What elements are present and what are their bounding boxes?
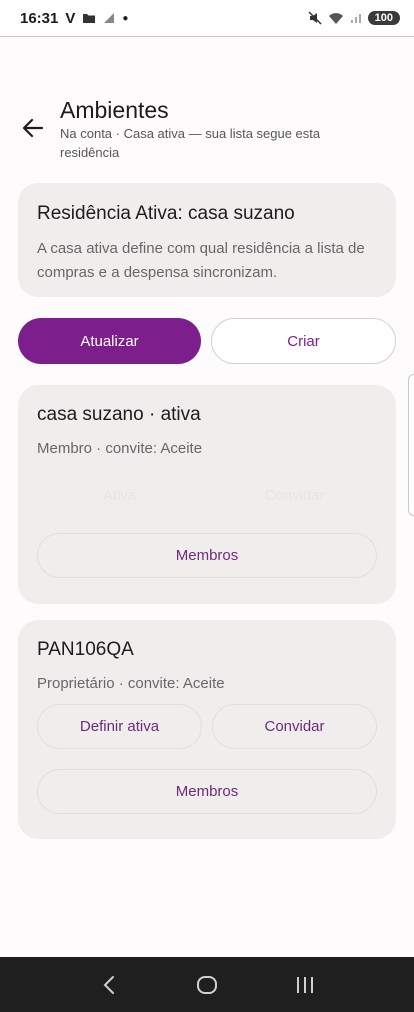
invite-button-disabled: Convidar [212,473,377,517]
members-button[interactable]: Membros [37,769,377,814]
environment-card-pan106qa: PAN106QA Proprietário · convite: Aceite … [18,620,396,839]
set-active-button[interactable]: Definir ativa [37,704,202,749]
nav-recents-button[interactable] [285,965,325,1005]
nav-back-button[interactable] [89,965,129,1005]
wifi-icon [328,12,343,24]
edge-panel-handle[interactable] [408,374,414,516]
page-title: Ambientes [60,97,169,123]
status-divider [0,36,414,37]
status-time: 16:31 [20,9,59,27]
environment-card-casa-suzano: casa suzano · ativa Membro · convite: Ac… [18,385,396,604]
set-active-button-disabled: Ativa [37,473,202,517]
environment-name: casa suzano · ativa [37,404,201,425]
refresh-button[interactable]: Atualizar [18,318,201,364]
signal-small-icon [104,13,115,23]
environment-name: PAN106QA [37,639,134,660]
dot-icon: ● [122,12,129,24]
invite-button[interactable]: Convidar [212,704,377,749]
folder-icon [83,14,96,23]
cell-signal-icon [350,14,361,23]
nav-recents-icon [297,976,313,993]
members-button[interactable]: Membros [37,533,377,578]
back-arrow-icon [22,118,44,138]
environment-meta: Proprietário · convite: Aceite [37,675,225,692]
system-nav-bar [0,957,414,1012]
nav-back-icon [103,975,114,994]
environment-meta: Membro · convite: Aceite [37,440,203,457]
nav-home-button[interactable] [187,965,227,1005]
nav-home-icon [197,975,217,994]
page-subtitle: Na conta · Casa ativa — sua lista segue … [60,126,321,160]
active-residence-description: A casa ativa define com qual residência … [37,240,365,281]
status-bar: 16:31 V ● 100 [0,0,414,36]
disabled-actions-row: Ativa Convidar [37,473,377,517]
create-button[interactable]: Criar [211,318,396,364]
environment-actions-row: Definir ativa Convidar [37,704,377,749]
action-row: Atualizar Criar [18,318,396,364]
back-button[interactable] [18,113,48,143]
battery-indicator: 100 [367,11,400,25]
active-residence-card: Residência Ativa: casa suzano A casa ati… [18,183,396,297]
mute-icon [308,11,322,25]
active-residence-title: Residência Ativa: casa suzano [37,203,295,224]
carrier-icon: V [65,9,76,27]
page-header: Ambientes Na conta · Casa ativa — sua li… [18,96,398,162]
